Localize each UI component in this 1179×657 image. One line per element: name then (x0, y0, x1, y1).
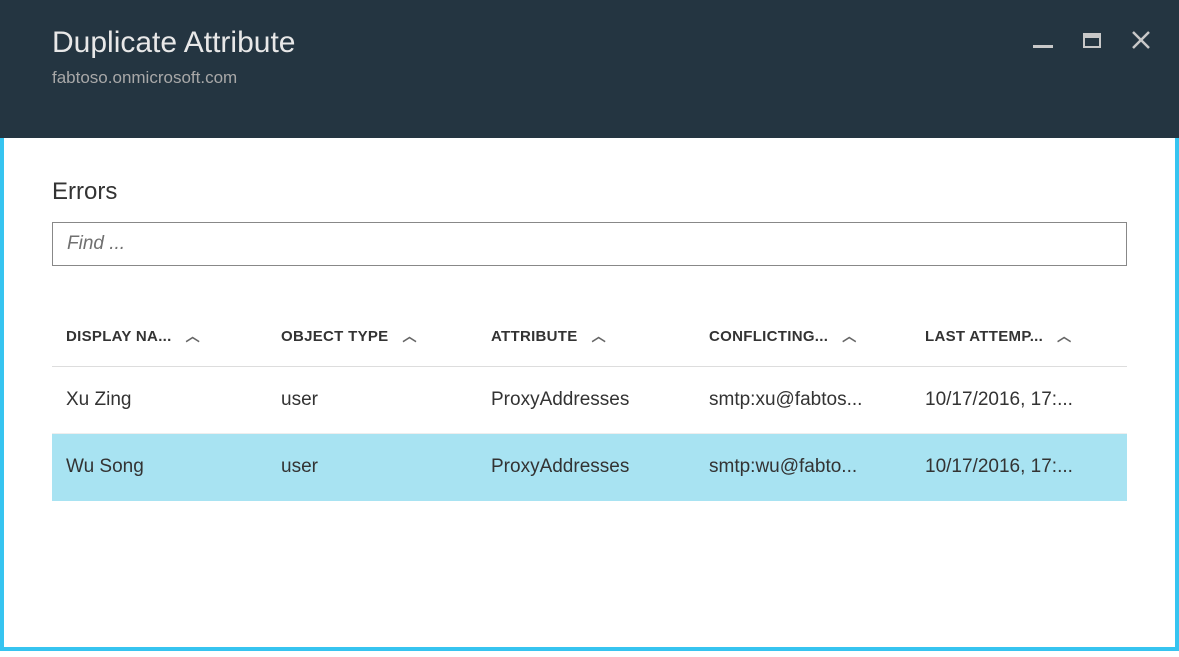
cell-display-name: Xu Zing (66, 389, 281, 411)
chevron-up-icon: ︿ (186, 326, 200, 346)
chevron-up-icon: ︿ (1057, 326, 1071, 346)
minimize-button[interactable] (1033, 33, 1053, 48)
cell-display-name: Wu Song (66, 456, 281, 478)
column-header-conflicting[interactable]: CONFLICTING... ︿ (709, 326, 925, 346)
column-header-last-attempt[interactable]: LAST ATTEMP... ︿ (925, 326, 1127, 346)
maximize-icon (1083, 33, 1101, 48)
table-header: DISPLAY NA... ︿ OBJECT TYPE ︿ ATTRIBUTE … (52, 326, 1127, 367)
search-input[interactable] (52, 222, 1127, 266)
header: Duplicate Attribute fabtoso.onmicrosoft.… (0, 8, 1179, 138)
window-top-border (0, 0, 1179, 8)
maximize-button[interactable] (1083, 33, 1101, 48)
chevron-up-icon: ︿ (403, 326, 417, 346)
column-header-text: OBJECT TYPE (281, 328, 389, 345)
chevron-up-icon: ︿ (842, 326, 856, 346)
column-header-attribute[interactable]: ATTRIBUTE ︿ (491, 326, 709, 346)
errors-table: DISPLAY NA... ︿ OBJECT TYPE ︿ ATTRIBUTE … (52, 326, 1127, 501)
cell-attribute: ProxyAddresses (491, 389, 709, 411)
column-header-text: ATTRIBUTE (491, 328, 578, 345)
column-header-text: DISPLAY NA... (66, 328, 172, 345)
cell-last-attempt: 10/17/2016, 17:... (925, 389, 1127, 411)
close-button[interactable] (1131, 30, 1151, 50)
minimize-icon (1033, 45, 1053, 48)
cell-conflicting: smtp:wu@fabto... (709, 456, 925, 478)
section-title: Errors (52, 178, 1127, 206)
column-header-object-type[interactable]: OBJECT TYPE ︿ (281, 326, 491, 346)
close-icon (1131, 30, 1151, 50)
cell-conflicting: smtp:xu@fabtos... (709, 389, 925, 411)
cell-attribute: ProxyAddresses (491, 456, 709, 478)
chevron-up-icon: ︿ (592, 326, 606, 346)
content-area: Errors DISPLAY NA... ︿ OBJECT TYPE ︿ ATT… (0, 138, 1179, 651)
column-header-display-name[interactable]: DISPLAY NA... ︿ (66, 326, 281, 346)
column-header-text: CONFLICTING... (709, 328, 828, 345)
cell-object-type: user (281, 389, 491, 411)
cell-last-attempt: 10/17/2016, 17:... (925, 456, 1127, 478)
table-row[interactable]: Wu Song user ProxyAddresses smtp:wu@fabt… (52, 434, 1127, 501)
table-row[interactable]: Xu Zing user ProxyAddresses smtp:xu@fabt… (52, 367, 1127, 434)
column-header-text: LAST ATTEMP... (925, 328, 1043, 345)
cell-object-type: user (281, 456, 491, 478)
page-subtitle: fabtoso.onmicrosoft.com (52, 68, 1179, 88)
page-title: Duplicate Attribute (52, 26, 1179, 60)
window-controls (1033, 30, 1151, 50)
